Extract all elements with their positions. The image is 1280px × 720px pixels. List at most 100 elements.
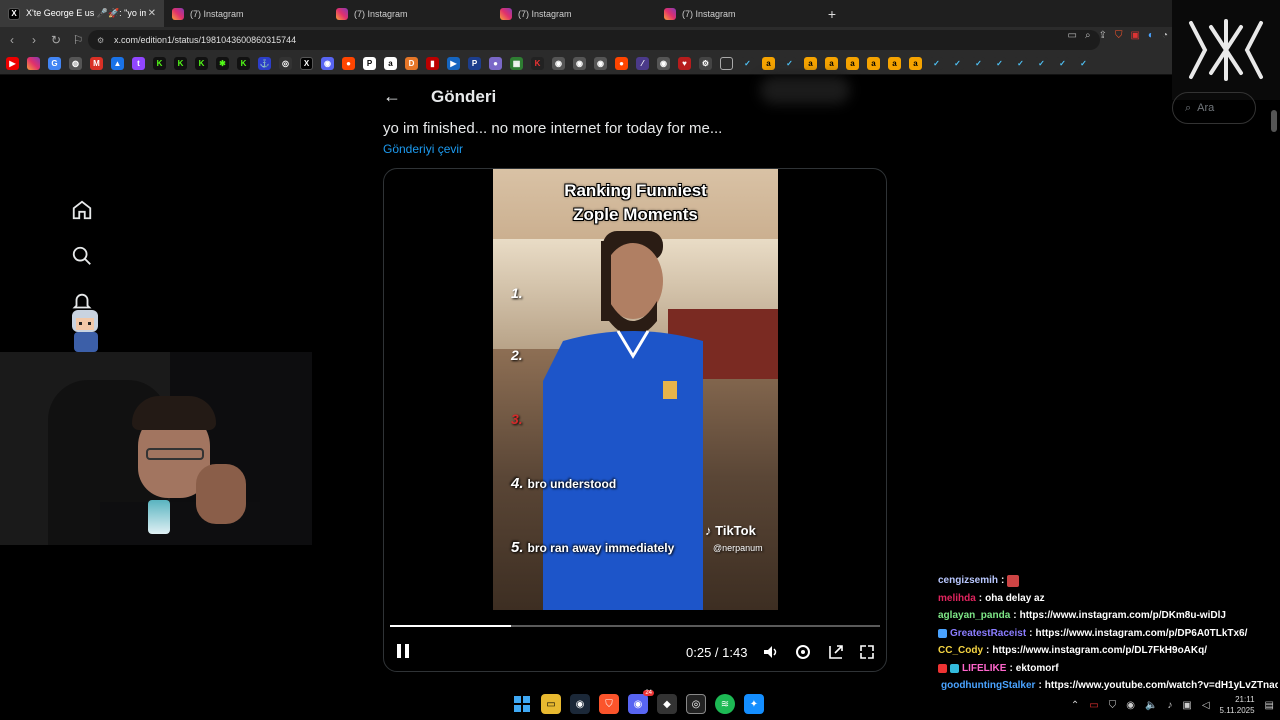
steam-icon[interactable]: ◉ <box>570 694 590 714</box>
amazon-icon[interactable]: a <box>825 57 838 70</box>
youtube-icon[interactable]: ▶ <box>6 57 19 70</box>
amazon-icon[interactable]: a <box>909 57 922 70</box>
checkmark-icon[interactable]: ✓ <box>993 57 1006 70</box>
scrollbar[interactable] <box>1271 110 1277 132</box>
pause-icon[interactable] <box>396 643 410 659</box>
battery-icon[interactable]: ▭ <box>1089 700 1098 711</box>
battlenet-icon[interactable]: ✦ <box>744 694 764 714</box>
translate-post-link[interactable]: Gönderiyi çevir <box>383 142 463 156</box>
blocked-icon[interactable]: ▮ <box>426 57 439 70</box>
reddit-icon[interactable]: ● <box>615 57 628 70</box>
epic-games-icon[interactable]: ◆ <box>657 694 677 714</box>
microphone-icon[interactable]: ♪ <box>1167 700 1172 711</box>
video-player[interactable]: Ranking Funniest Zople Moments 1. 2. 3. … <box>383 168 887 672</box>
steam-icon[interactable]: ◉ <box>552 57 565 70</box>
kick-icon[interactable]: K <box>237 57 250 70</box>
grid-icon[interactable]: ▦ <box>510 57 523 70</box>
steam-tray-icon[interactable]: ◉ <box>1126 700 1135 711</box>
amazon-icon[interactable]: a <box>384 57 397 70</box>
translate-icon[interactable]: G <box>48 57 61 70</box>
circle-icon[interactable]: ● <box>489 57 502 70</box>
twitch-icon[interactable]: t <box>132 57 145 70</box>
search-icon[interactable] <box>68 244 96 268</box>
extension-icon[interactable]: ▣ <box>1130 30 1139 41</box>
drive-icon[interactable]: ▲ <box>111 57 124 70</box>
amazon-icon[interactable]: a <box>867 57 880 70</box>
fullscreen-icon[interactable] <box>858 643 876 661</box>
globe-icon[interactable]: ◍ <box>69 57 82 70</box>
tab-instagram-1[interactable]: (7) Instagram <box>164 0 328 27</box>
checkmark-icon[interactable]: ✓ <box>972 57 985 70</box>
kick-icon[interactable]: K <box>174 57 187 70</box>
discord-icon[interactable]: ◉ 24 <box>628 690 654 714</box>
pwa-icon[interactable]: P <box>468 57 481 70</box>
chevron-up-icon[interactable]: ⌃ <box>1071 700 1079 711</box>
settings-gear-icon[interactable] <box>794 643 812 661</box>
gmail-icon[interactable]: M <box>90 57 103 70</box>
checkmark-icon[interactable]: ✓ <box>930 57 943 70</box>
extension-icon[interactable]: ◐ <box>1148 30 1154 41</box>
gear-icon[interactable]: ⚙ <box>699 57 712 70</box>
speaker-icon[interactable]: 🔈 <box>1145 700 1157 711</box>
home-icon[interactable] <box>68 198 96 222</box>
windows-start-icon[interactable] <box>512 694 532 714</box>
back-icon[interactable]: ‹ <box>2 30 22 50</box>
zoom-icon[interactable]: ⌕ <box>1085 30 1091 41</box>
globe-icon[interactable]: ◎ <box>279 57 292 70</box>
shield-icon[interactable]: ⛉ <box>1109 700 1117 711</box>
instagram-icon[interactable] <box>27 57 40 70</box>
steam-icon[interactable]: ◉ <box>657 57 670 70</box>
d-icon[interactable]: D <box>405 57 418 70</box>
extension-icon[interactable]: ◔ <box>1162 30 1168 41</box>
amazon-icon[interactable]: a <box>804 57 817 70</box>
volume-icon[interactable]: ◁ <box>1202 700 1210 711</box>
heart-icon[interactable]: ♥ <box>678 57 691 70</box>
obs-icon[interactable]: ◎ <box>686 694 706 714</box>
video-progress-bar[interactable] <box>390 625 880 627</box>
x-icon[interactable]: X <box>300 57 313 70</box>
checkmark-icon[interactable]: ✓ <box>1014 57 1027 70</box>
back-arrow-icon[interactable]: ← <box>383 86 401 107</box>
kick-icon[interactable]: K <box>531 57 544 70</box>
share-icon[interactable]: ⇪ <box>1099 30 1107 41</box>
network-icon[interactable]: ▣ <box>1182 700 1191 711</box>
folder-icon[interactable] <box>720 57 733 70</box>
reload-icon[interactable]: ↻ <box>46 30 66 50</box>
url-input[interactable]: ⚙ x.com/edition1/status/1981043600860315… <box>88 30 1100 50</box>
system-clock[interactable]: 21:11 5.11.2025 <box>1220 694 1255 716</box>
steam-icon[interactable]: ◉ <box>594 57 607 70</box>
brave-browser-icon[interactable]: ⛉ <box>599 694 619 714</box>
bookmark-icon[interactable]: ⚐ <box>68 30 88 50</box>
checkmark-icon[interactable]: ✓ <box>1056 57 1069 70</box>
amazon-icon[interactable]: a <box>762 57 775 70</box>
checkmark-icon[interactable]: ✓ <box>741 57 754 70</box>
tab-instagram-2[interactable]: (7) Instagram <box>328 0 492 27</box>
file-explorer-icon[interactable]: ▭ <box>541 694 561 714</box>
play-icon[interactable]: ▶ <box>447 57 460 70</box>
kick-icon[interactable]: K <box>195 57 208 70</box>
new-tab-button[interactable]: + <box>820 0 844 27</box>
p-icon[interactable]: P <box>363 57 376 70</box>
kick-icon[interactable]: K <box>153 57 166 70</box>
brave-shield-icon[interactable]: ⛉ <box>1115 30 1123 41</box>
reddit-icon[interactable]: ● <box>342 57 355 70</box>
checkmark-icon[interactable]: ✓ <box>1077 57 1090 70</box>
checkmark-icon[interactable]: ✓ <box>1035 57 1048 70</box>
discord-icon[interactable]: ◉ <box>321 57 334 70</box>
amazon-icon[interactable]: a <box>846 57 859 70</box>
feather-icon[interactable]: ⁄ <box>636 57 649 70</box>
close-icon[interactable]: ✕ <box>148 8 156 19</box>
search-input[interactable]: ⌕ Ara <box>1172 92 1256 124</box>
checkmark-icon[interactable]: ✓ <box>951 57 964 70</box>
tab-instagram-4[interactable]: (7) Instagram <box>656 0 820 27</box>
site-settings-icon[interactable]: ⚙ <box>97 36 104 45</box>
tab-x-post[interactable]: X X'te George E us 🎤🚀: "yo im ✕ <box>0 0 164 27</box>
anchor-icon[interactable]: ⚓ <box>258 57 271 70</box>
spotify-icon[interactable]: ≋ <box>715 694 735 714</box>
video-frame[interactable]: Ranking Funniest Zople Moments 1. 2. 3. … <box>493 169 778 610</box>
checkmark-icon[interactable]: ✓ <box>783 57 796 70</box>
steam-icon[interactable]: ◉ <box>573 57 586 70</box>
amazon-icon[interactable]: a <box>888 57 901 70</box>
notifications-icon[interactable]: ▤ <box>1265 700 1274 711</box>
tab-instagram-3[interactable]: (7) Instagram <box>492 0 656 27</box>
